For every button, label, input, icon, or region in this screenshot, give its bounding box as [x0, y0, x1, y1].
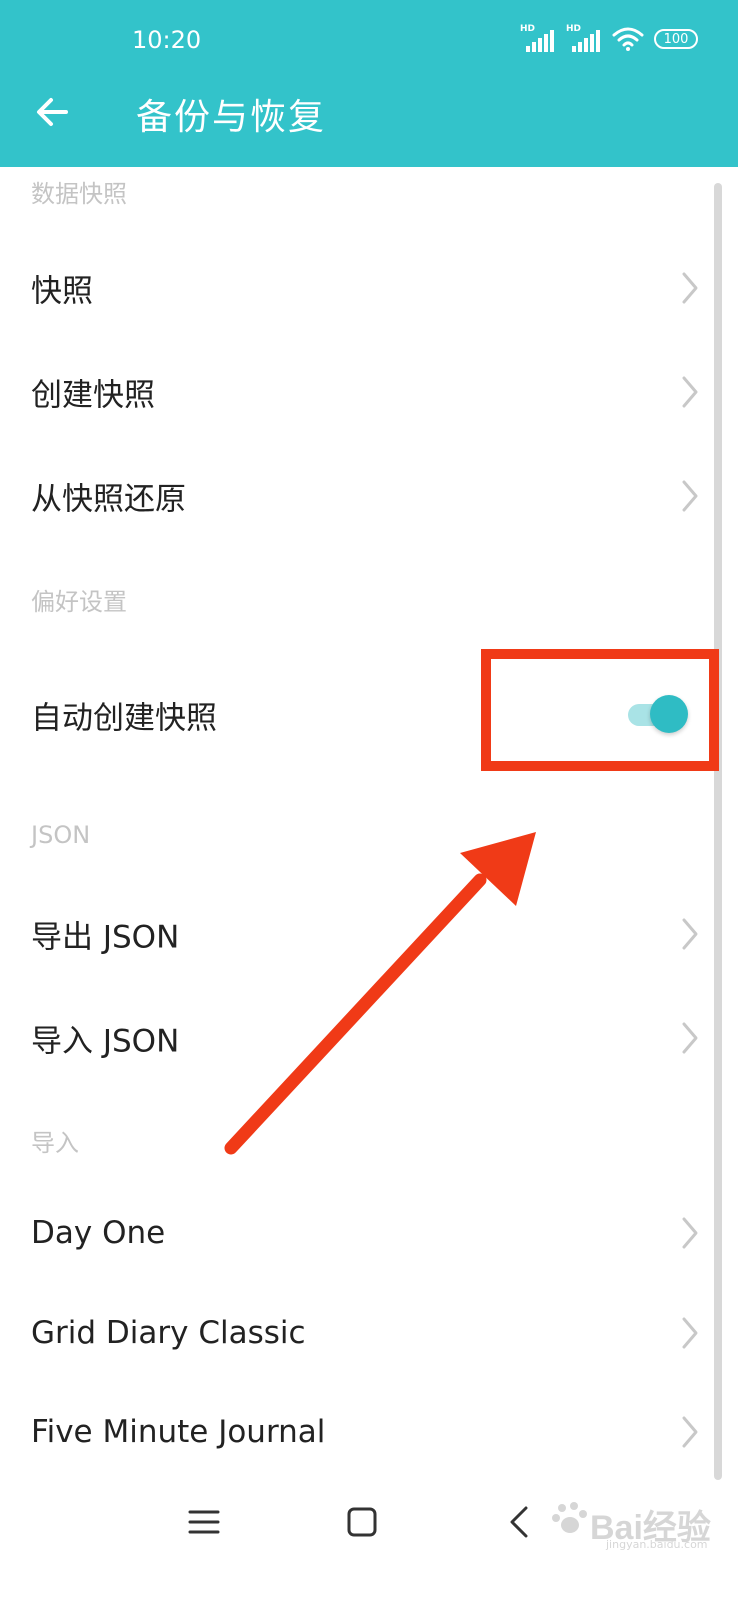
watermark: Bai经验 jingyan.baidu.com	[550, 1496, 720, 1556]
paw-icon	[552, 1502, 587, 1533]
annotation-arrow-icon	[224, 832, 536, 1155]
menu-icon[interactable]	[184, 1502, 224, 1542]
back-nav-icon[interactable]	[500, 1502, 540, 1542]
home-icon[interactable]	[342, 1502, 382, 1542]
watermark-subtext: jingyan.baidu.com	[606, 1538, 708, 1551]
